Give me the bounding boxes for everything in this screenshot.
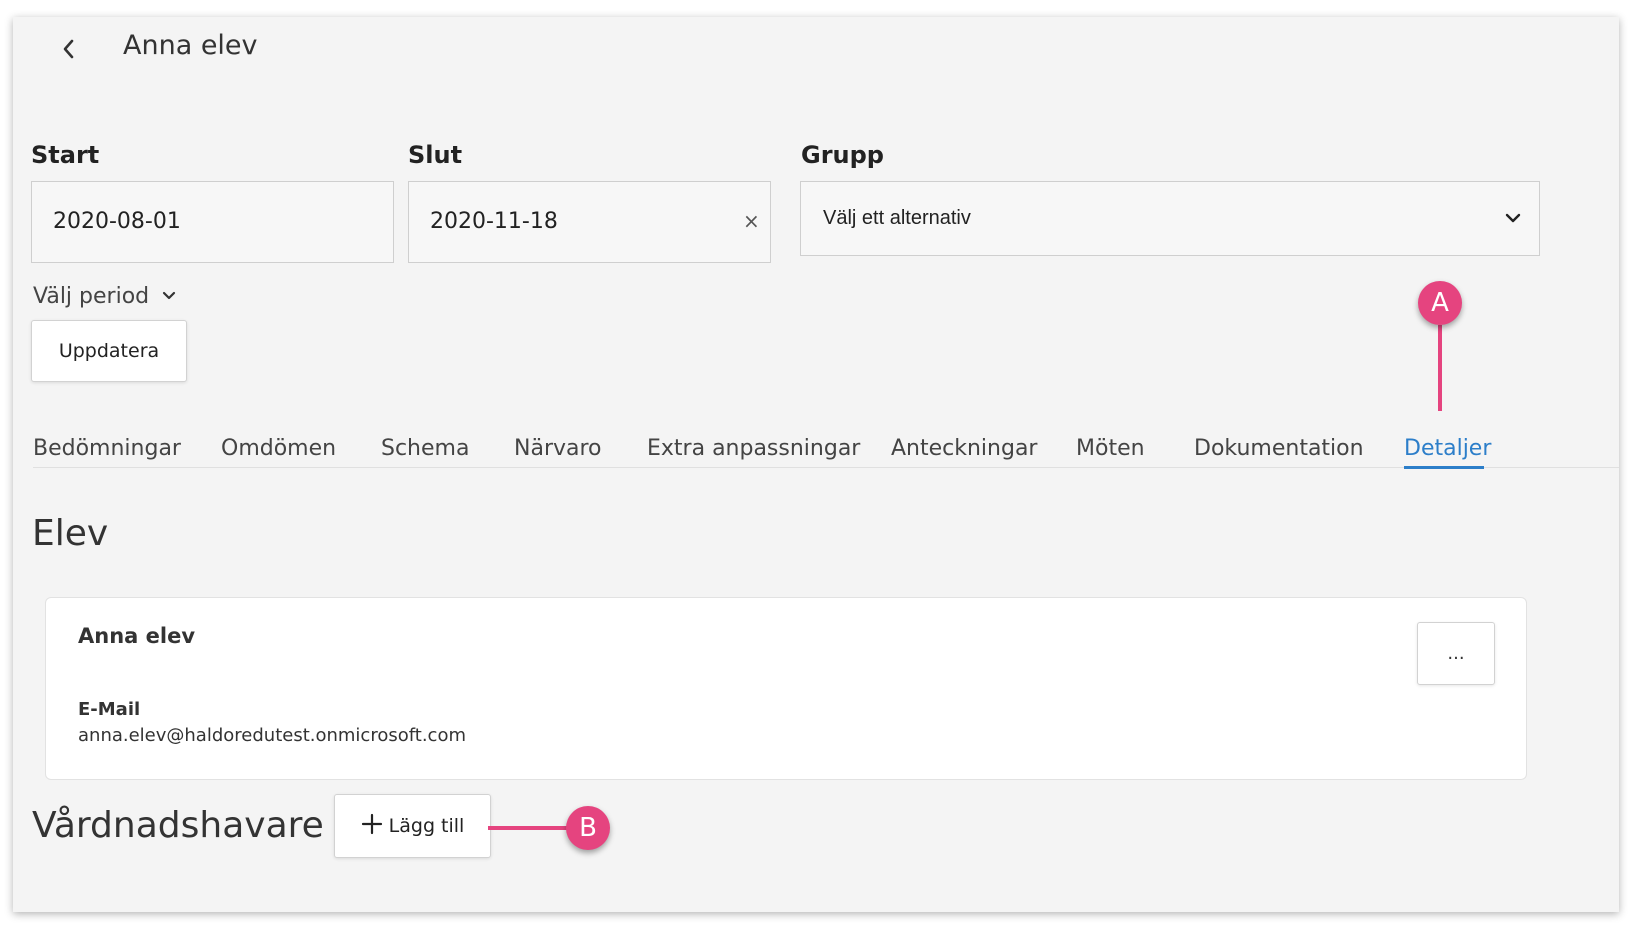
page-title: Anna elev [123, 30, 258, 61]
tab-bar: Bedömningar Omdömen Schema Närvaro Extra… [33, 417, 1619, 469]
tab-moten[interactable]: Möten [1076, 436, 1145, 461]
guardian-section-title: Vårdnadshavare [32, 805, 324, 846]
start-date-input[interactable]: 2020-08-01 [31, 181, 394, 263]
tab-detaljer[interactable]: Detaljer [1404, 436, 1491, 461]
annotation-b-marker: B [566, 806, 610, 850]
start-date-value: 2020-08-01 [53, 209, 181, 234]
group-select-value: Välj ett alternativ [823, 207, 971, 229]
start-label: Start [31, 141, 100, 169]
student-name: Anna elev [78, 624, 196, 648]
active-tab-indicator [1404, 466, 1484, 469]
end-date-value: 2020-11-18 [430, 209, 558, 234]
student-card: Anna elev E-Mail anna.elev@haldoredutest… [45, 597, 1527, 780]
tab-narvaro[interactable]: Närvaro [514, 436, 602, 461]
tab-schema[interactable]: Schema [381, 436, 469, 461]
chevron-down-icon [161, 284, 177, 309]
plus-icon [361, 813, 383, 840]
chevron-down-icon [1503, 208, 1523, 232]
tab-dokumentation[interactable]: Dokumentation [1194, 436, 1364, 461]
student-section-title: Elev [32, 513, 109, 554]
email-label: E-Mail [78, 699, 141, 720]
add-guardian-button[interactable]: Lägg till [334, 794, 491, 858]
main-panel: Anna elev Start 2020-08-01 Slut 2020-11-… [13, 17, 1619, 912]
group-select[interactable]: Välj ett alternativ [800, 181, 1540, 256]
annotation-a-marker: A [1418, 281, 1462, 325]
clear-icon[interactable]: × [743, 209, 760, 233]
annotation-b-line [488, 826, 574, 830]
student-email: anna.elev@haldoredutest.onmicrosoft.com [78, 725, 466, 746]
end-date-input[interactable]: 2020-11-18 × [408, 181, 771, 263]
add-guardian-label: Lägg till [388, 815, 465, 837]
end-label: Slut [408, 141, 463, 169]
back-chevron-icon[interactable] [55, 35, 83, 63]
update-button[interactable]: Uppdatera [31, 320, 187, 382]
tab-anteckningar[interactable]: Anteckningar [891, 436, 1037, 461]
tab-omdomen[interactable]: Omdömen [221, 436, 336, 461]
tab-extra-anpassningar[interactable]: Extra anpassningar [647, 436, 860, 461]
annotation-a-line [1438, 325, 1442, 411]
period-dropdown[interactable]: Välj period [33, 284, 177, 309]
period-label: Välj period [33, 284, 150, 309]
tab-bedomningar[interactable]: Bedömningar [33, 436, 181, 461]
more-options-button[interactable]: ... [1417, 622, 1495, 685]
group-label: Grupp [801, 141, 884, 169]
